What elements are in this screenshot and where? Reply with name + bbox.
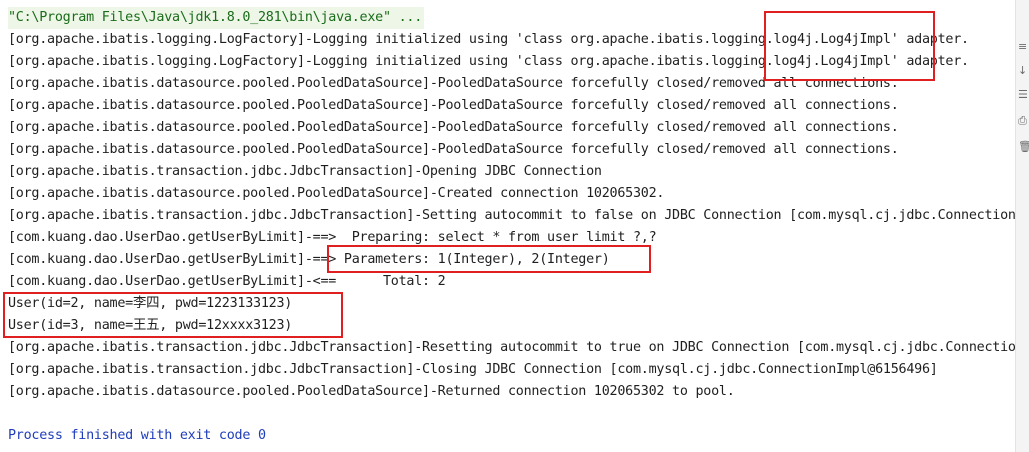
log-line: [org.apache.ibatis.datasource.pooled.Poo… xyxy=(8,384,735,399)
trash-icon[interactable]: 🗑 xyxy=(1018,140,1029,154)
result-row: User(id=2, name=李四, pwd=1223133123) xyxy=(8,296,293,311)
result-row: User(id=3, name=王五, pwd=12xxxx3123) xyxy=(8,318,293,333)
log-line-preparing: [com.kuang.dao.UserDao.getUserByLimit]-=… xyxy=(8,230,657,245)
print-icon[interactable]: ⎙ xyxy=(1018,114,1027,128)
log-line: [org.apache.ibatis.transaction.jdbc.Jdbc… xyxy=(8,362,938,377)
wrap-icon[interactable]: ≡ xyxy=(1018,40,1027,54)
log-line-parameters: [com.kuang.dao.UserDao.getUserByLimit]-=… xyxy=(8,252,610,267)
log-line: [org.apache.ibatis.transaction.jdbc.Jdbc… xyxy=(8,340,1016,355)
log-line: [org.apache.ibatis.datasource.pooled.Poo… xyxy=(8,120,899,135)
log-line: [org.apache.ibatis.transaction.jdbc.Jdbc… xyxy=(8,164,602,179)
command-line: "C:\Program Files\Java\jdk1.8.0_281\bin\… xyxy=(8,7,425,29)
log-line: [org.apache.ibatis.logging.LogFactory]-L… xyxy=(8,54,969,69)
log-line: [org.apache.ibatis.logging.LogFactory]-L… xyxy=(8,32,969,47)
log-line: [org.apache.ibatis.transaction.jdbc.Jdbc… xyxy=(8,208,1016,223)
console-toolbar: ≡ ↓ ☰ ⎙ 🗑 xyxy=(1015,0,1029,452)
soft-wrap-icon[interactable]: ↓ xyxy=(1018,64,1027,78)
log-line: [org.apache.ibatis.datasource.pooled.Poo… xyxy=(8,98,899,113)
log-line: [org.apache.ibatis.datasource.pooled.Poo… xyxy=(8,142,899,157)
log-line-total: [com.kuang.dao.UserDao.getUserByLimit]-<… xyxy=(8,274,446,289)
process-finished-line: Process finished with exit code 0 xyxy=(8,428,266,443)
log-line: [org.apache.ibatis.datasource.pooled.Poo… xyxy=(8,186,665,201)
log-line: [org.apache.ibatis.datasource.pooled.Poo… xyxy=(8,76,899,91)
console-output[interactable]: "C:\Program Files\Java\jdk1.8.0_281\bin\… xyxy=(0,0,1016,452)
scroll-to-end-icon[interactable]: ☰ xyxy=(1018,88,1028,102)
